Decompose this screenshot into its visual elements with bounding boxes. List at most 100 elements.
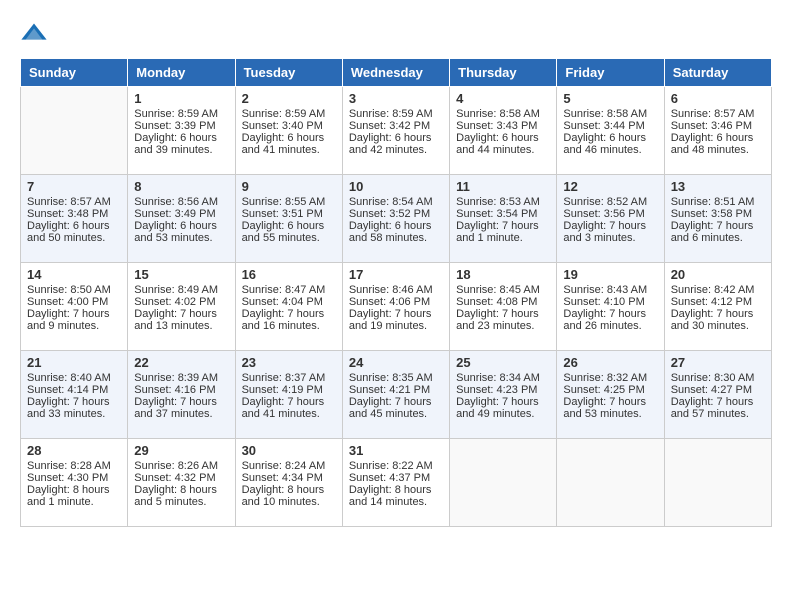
- calendar-cell: 17Sunrise: 8:46 AMSunset: 4:06 PMDayligh…: [342, 263, 449, 351]
- day-header-tuesday: Tuesday: [235, 59, 342, 87]
- sunrise: Sunrise: 8:45 AM: [456, 284, 540, 296]
- daylight: Daylight: 6 hours and 53 minutes.: [134, 220, 217, 244]
- sunset: Sunset: 4:34 PM: [242, 472, 323, 484]
- day-number: 19: [563, 267, 657, 282]
- sunrise: Sunrise: 8:47 AM: [242, 284, 326, 296]
- day-number: 14: [27, 267, 121, 282]
- day-header-wednesday: Wednesday: [342, 59, 449, 87]
- day-number: 27: [671, 355, 765, 370]
- sunset: Sunset: 3:52 PM: [349, 208, 430, 220]
- calendar-cell: 25Sunrise: 8:34 AMSunset: 4:23 PMDayligh…: [450, 351, 557, 439]
- day-number: 16: [242, 267, 336, 282]
- daylight: Daylight: 6 hours and 44 minutes.: [456, 132, 539, 156]
- calendar-table: SundayMondayTuesdayWednesdayThursdayFrid…: [20, 58, 772, 527]
- day-number: 30: [242, 443, 336, 458]
- daylight: Daylight: 7 hours and 53 minutes.: [563, 396, 646, 420]
- calendar-week-3: 14Sunrise: 8:50 AMSunset: 4:00 PMDayligh…: [21, 263, 772, 351]
- daylight: Daylight: 8 hours and 10 minutes.: [242, 484, 325, 508]
- daylight: Daylight: 7 hours and 9 minutes.: [27, 308, 110, 332]
- daylight: Daylight: 7 hours and 57 minutes.: [671, 396, 754, 420]
- sunrise: Sunrise: 8:49 AM: [134, 284, 218, 296]
- sunset: Sunset: 4:00 PM: [27, 296, 108, 308]
- calendar-cell: [664, 439, 771, 527]
- day-number: 2: [242, 91, 336, 106]
- sunset: Sunset: 4:25 PM: [563, 384, 644, 396]
- day-header-sunday: Sunday: [21, 59, 128, 87]
- day-number: 1: [134, 91, 228, 106]
- calendar-cell: 16 Sunrise: 8:47 AMSunset: 4:04 PMDayligh…: [235, 263, 342, 351]
- day-header-thursday: Thursday: [450, 59, 557, 87]
- calendar-cell: 11Sunrise: 8:53 AMSunset: 3:54 PMDayligh…: [450, 175, 557, 263]
- sunset: Sunset: 3:51 PM: [242, 208, 323, 220]
- daylight: Daylight: 7 hours and 16 minutes.: [242, 308, 325, 332]
- day-number: 7: [27, 179, 121, 194]
- sunrise: Sunrise: 8:50 AM: [27, 284, 111, 296]
- calendar-cell: 5Sunrise: 8:58 AMSunset: 3:44 PMDaylight…: [557, 87, 664, 175]
- sunrise: Sunrise: 8:51 AM: [671, 196, 755, 208]
- sunrise: Sunrise: 8:53 AM: [456, 196, 540, 208]
- calendar-week-2: 7Sunrise: 8:57 AMSunset: 3:48 PMDaylight…: [21, 175, 772, 263]
- calendar-cell: 22Sunrise: 8:39 AMSunset: 4:16 PMDayligh…: [128, 351, 235, 439]
- sunset: Sunset: 3:54 PM: [456, 208, 537, 220]
- calendar-cell: 8Sunrise: 8:56 AMSunset: 3:49 PMDaylight…: [128, 175, 235, 263]
- daylight: Daylight: 6 hours and 42 minutes.: [349, 132, 432, 156]
- sunrise: Sunrise: 8:52 AM: [563, 196, 647, 208]
- daylight: Daylight: 7 hours and 41 minutes.: [242, 396, 325, 420]
- sunset: Sunset: 4:12 PM: [671, 296, 752, 308]
- calendar-cell: 3Sunrise: 8:59 AMSunset: 3:42 PMDaylight…: [342, 87, 449, 175]
- day-number: 25: [456, 355, 550, 370]
- calendar-cell: 2Sunrise: 8:59 AMSunset: 3:40 PMDaylight…: [235, 87, 342, 175]
- sunset: Sunset: 4:04 PM: [242, 296, 323, 308]
- sunrise: Sunrise: 8:24 AM: [242, 460, 326, 472]
- calendar-cell: [21, 87, 128, 175]
- daylight: Daylight: 6 hours and 41 minutes.: [242, 132, 325, 156]
- sunset: Sunset: 3:46 PM: [671, 120, 752, 132]
- day-number: 28: [27, 443, 121, 458]
- calendar-cell: 1Sunrise: 8:59 AMSunset: 3:39 PMDaylight…: [128, 87, 235, 175]
- sunrise: Sunrise: 8:35 AM: [349, 372, 433, 384]
- calendar-cell: 30 Sunrise: 8:24 AMSunset: 4:34 PMDayligh…: [235, 439, 342, 527]
- sunrise: Sunrise: 8:26 AM: [134, 460, 218, 472]
- sunrise: Sunrise: 8:58 AM: [563, 108, 647, 120]
- day-number: 8: [134, 179, 228, 194]
- daylight: Daylight: 6 hours and 46 minutes.: [563, 132, 646, 156]
- day-number: 29: [134, 443, 228, 458]
- sunset: Sunset: 3:39 PM: [134, 120, 215, 132]
- calendar-cell: 27Sunrise: 8:30 AMSunset: 4:27 PMDayligh…: [664, 351, 771, 439]
- sunrise: Sunrise: 8:59 AM: [134, 108, 218, 120]
- sunset: Sunset: 4:21 PM: [349, 384, 430, 396]
- daylight: Daylight: 7 hours and 30 minutes.: [671, 308, 754, 332]
- daylight: Daylight: 7 hours and 6 minutes.: [671, 220, 754, 244]
- sunrise: Sunrise: 8:54 AM: [349, 196, 433, 208]
- sunset: Sunset: 4:30 PM: [27, 472, 108, 484]
- daylight: Daylight: 7 hours and 49 minutes.: [456, 396, 539, 420]
- sunset: Sunset: 4:19 PM: [242, 384, 323, 396]
- sunrise: Sunrise: 8:40 AM: [27, 372, 111, 384]
- day-number: 22: [134, 355, 228, 370]
- sunrise: Sunrise: 8:57 AM: [27, 196, 111, 208]
- calendar-cell: 15Sunrise: 8:49 AMSunset: 4:02 PMDayligh…: [128, 263, 235, 351]
- sunrise: Sunrise: 8:22 AM: [349, 460, 433, 472]
- day-number: 6: [671, 91, 765, 106]
- sunrise: Sunrise: 8:42 AM: [671, 284, 755, 296]
- daylight: Daylight: 7 hours and 19 minutes.: [349, 308, 432, 332]
- sunset: Sunset: 4:08 PM: [456, 296, 537, 308]
- calendar-cell: 6Sunrise: 8:57 AMSunset: 3:46 PMDaylight…: [664, 87, 771, 175]
- days-row: SundayMondayTuesdayWednesdayThursdayFrid…: [21, 59, 772, 87]
- calendar-body: 1 Sunrise: 8:59 AMSunset: 3:39 PM Daylight…: [21, 87, 772, 527]
- sunset: Sunset: 4:27 PM: [671, 384, 752, 396]
- sunrise: Sunrise: 8:46 AM: [349, 284, 433, 296]
- sunset: Sunset: 3:56 PM: [563, 208, 644, 220]
- sunset: Sunset: 4:02 PM: [134, 296, 215, 308]
- calendar-week-4: 21Sunrise: 8:40 AMSunset: 4:14 PMDayligh…: [21, 351, 772, 439]
- sunrise: Sunrise: 8:28 AM: [27, 460, 111, 472]
- day-number: 18: [456, 267, 550, 282]
- day-number: 15: [134, 267, 228, 282]
- sunrise: Sunrise: 8:57 AM: [671, 108, 755, 120]
- calendar-cell: 9Sunrise: 8:55 AMSunset: 3:51 PMDaylight…: [235, 175, 342, 263]
- calendar-week-5: 28 Sunrise: 8:28 AMSunset: 4:30 PM Dayligh…: [21, 439, 772, 527]
- day-number: 24: [349, 355, 443, 370]
- sunrise: Sunrise: 8:37 AM: [242, 372, 326, 384]
- daylight: Daylight: 6 hours and 50 minutes.: [27, 220, 110, 244]
- day-header-friday: Friday: [557, 59, 664, 87]
